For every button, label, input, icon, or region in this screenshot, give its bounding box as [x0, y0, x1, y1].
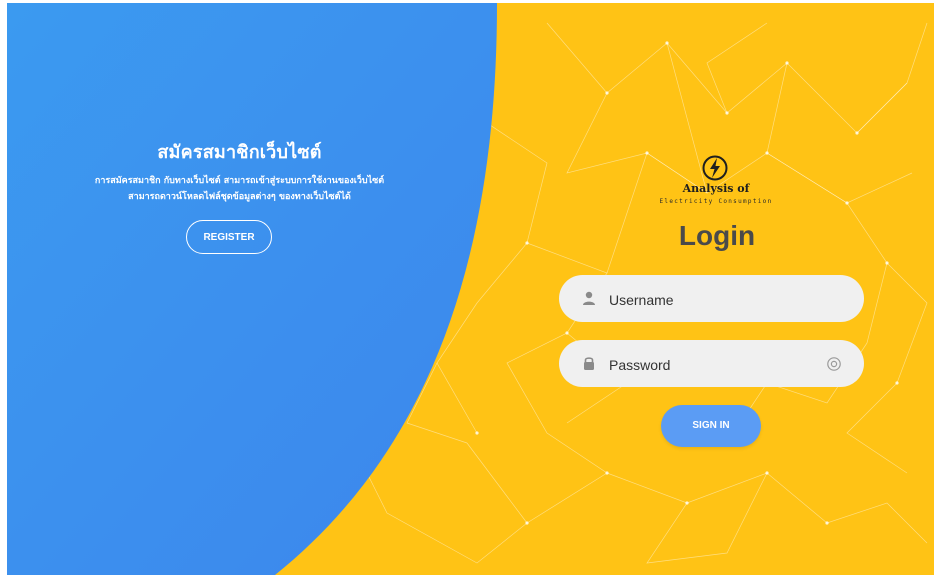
logo-title: Analysis of — [682, 182, 750, 195]
username-input[interactable] — [607, 275, 831, 324]
sign-in-button[interactable]: SIGN IN — [661, 405, 761, 447]
user-icon — [583, 291, 595, 305]
register-button[interactable]: REGISTER — [186, 220, 272, 254]
logo-subtitle: Electricity Consumption — [659, 198, 773, 205]
logo: Analysis of Electricity Consumption — [641, 154, 791, 214]
register-title: สมัครสมาชิกเว็บไซต์ — [157, 142, 322, 163]
register-description-line: การสมัครสมาชิก กับทางเว็บไซต์ สามารถเข้า… — [94, 176, 385, 186]
password-input[interactable] — [607, 340, 831, 389]
username-field[interactable] — [559, 275, 864, 324]
lock-icon — [584, 357, 594, 370]
password-field[interactable] — [559, 340, 864, 389]
page-frame: สมัครสมาชิกเว็บไซต์ การสมัครสมาชิก กับทา… — [7, 3, 934, 575]
eye-icon[interactable] — [826, 356, 842, 372]
lightning-bolt-icon — [702, 155, 728, 181]
register-description-line: สามารถดาวน์โหลดไฟล์ชุดข้อมูลต่างๆ ของทาง… — [128, 192, 351, 202]
register-panel: สมัครสมาชิกเว็บไซต์ การสมัครสมาชิก กับทา… — [7, 141, 472, 205]
register-description: การสมัครสมาชิก กับทางเว็บไซต์ สามารถเข้า… — [7, 173, 472, 205]
login-title: Login — [678, 220, 756, 251]
